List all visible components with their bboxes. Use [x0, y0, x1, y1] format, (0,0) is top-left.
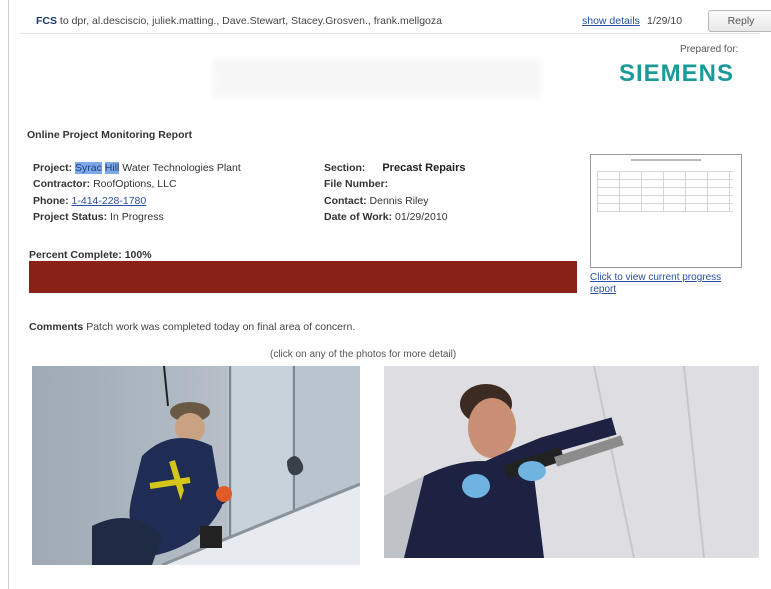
contractor-label: Contractor: [33, 178, 91, 190]
file-number-row: File Number: [324, 178, 388, 190]
email-sender: FCS [36, 15, 57, 27]
project-row: Project: Syrac Hill Water Technologies P… [33, 162, 241, 174]
email-date: 1/29/10 [647, 15, 683, 27]
thumbnail-col-line [619, 171, 620, 211]
progress-bar-fill [29, 261, 577, 293]
contact-value: Dennis Riley [369, 195, 429, 207]
date-of-work-label: Date of Work: [324, 211, 393, 223]
email-recipients: FCS to dpr, al.desciscio, juliek.matting… [36, 15, 442, 27]
reply-button[interactable]: Reply [708, 10, 771, 32]
section-row: Section: Precast Repairs [324, 162, 466, 174]
comments-label: Comments [29, 321, 84, 333]
contact-label: Contact: [324, 195, 367, 207]
thumbnail-title-line [631, 159, 701, 161]
blurred-banner [212, 58, 542, 98]
thumbnail-row-line [597, 203, 733, 204]
phone-row: Phone: 1-414-228-1780 [33, 195, 146, 207]
worker-on-rope-photo[interactable] [32, 366, 360, 565]
thumbnail-row-line [597, 171, 733, 172]
section-label: Section: [324, 162, 366, 174]
section-value: Precast Repairs [382, 162, 466, 174]
project-label: Project: [33, 162, 73, 174]
thumbnail-row-line [597, 195, 733, 196]
phone-link[interactable]: 1-414-228-1780 [72, 195, 147, 207]
worker-on-rope-illustration [32, 366, 360, 565]
report-title: Online Project Monitoring Report [27, 129, 193, 141]
view-progress-report-link[interactable]: Click to view current progress report [590, 272, 750, 296]
thumbnail-col-line [597, 171, 598, 211]
thumbnail-col-line [707, 171, 708, 211]
status-value: In Progress [110, 211, 164, 223]
phone-label: Phone: [33, 195, 69, 207]
thumbnail-row-line [597, 179, 733, 180]
thumbnail-col-line [685, 171, 686, 211]
project-highlight-2: Hill [104, 162, 120, 174]
contractor-value: RoofOptions, LLC [93, 178, 177, 190]
worker-caulking-illustration [384, 366, 759, 558]
thumbnail-row-line [597, 211, 733, 212]
worker-caulking-photo[interactable] [384, 366, 759, 558]
date-of-work-value: 01/29/2010 [394, 211, 448, 223]
thumbnail-col-line [663, 171, 664, 211]
percent-complete-label: Percent Complete: 100% [29, 249, 152, 261]
progress-report-thumbnail[interactable] [590, 154, 742, 268]
header-divider [20, 33, 760, 34]
status-row: Project Status: In Progress [33, 211, 164, 223]
comments-row: Comments Patch work was completed today … [29, 321, 355, 333]
thumbnail-table [597, 167, 733, 212]
siemens-logo: SIEMENS [619, 60, 735, 87]
progress-bar [29, 261, 577, 293]
email-to-line: to dpr, al.desciscio, juliek.matting., D… [59, 15, 442, 27]
comments-text: Patch work was completed today on final … [86, 321, 356, 333]
thumbnail-col-line [641, 171, 642, 211]
project-value: Water Technologies Plant [122, 162, 241, 174]
page-left-border [8, 0, 9, 589]
thumbnail-col-line [729, 171, 730, 211]
date-of-work-row: Date of Work: 01/29/2010 [324, 211, 448, 223]
contact-row: Contact: Dennis Riley [324, 195, 428, 207]
thumbnail-row-line [597, 187, 733, 188]
file-number-label: File Number: [324, 178, 389, 190]
status-label: Project Status: [33, 211, 108, 223]
photo-hint: (click on any of the photos for more det… [270, 349, 457, 360]
project-highlight-1: Syrac [75, 162, 102, 174]
email-header: FCS to dpr, al.desciscio, juliek.matting… [20, 10, 771, 32]
prepared-for-label: Prepared for: [680, 44, 739, 55]
show-details-link[interactable]: show details [582, 15, 640, 27]
contractor-row: Contractor: RoofOptions, LLC [33, 178, 177, 190]
